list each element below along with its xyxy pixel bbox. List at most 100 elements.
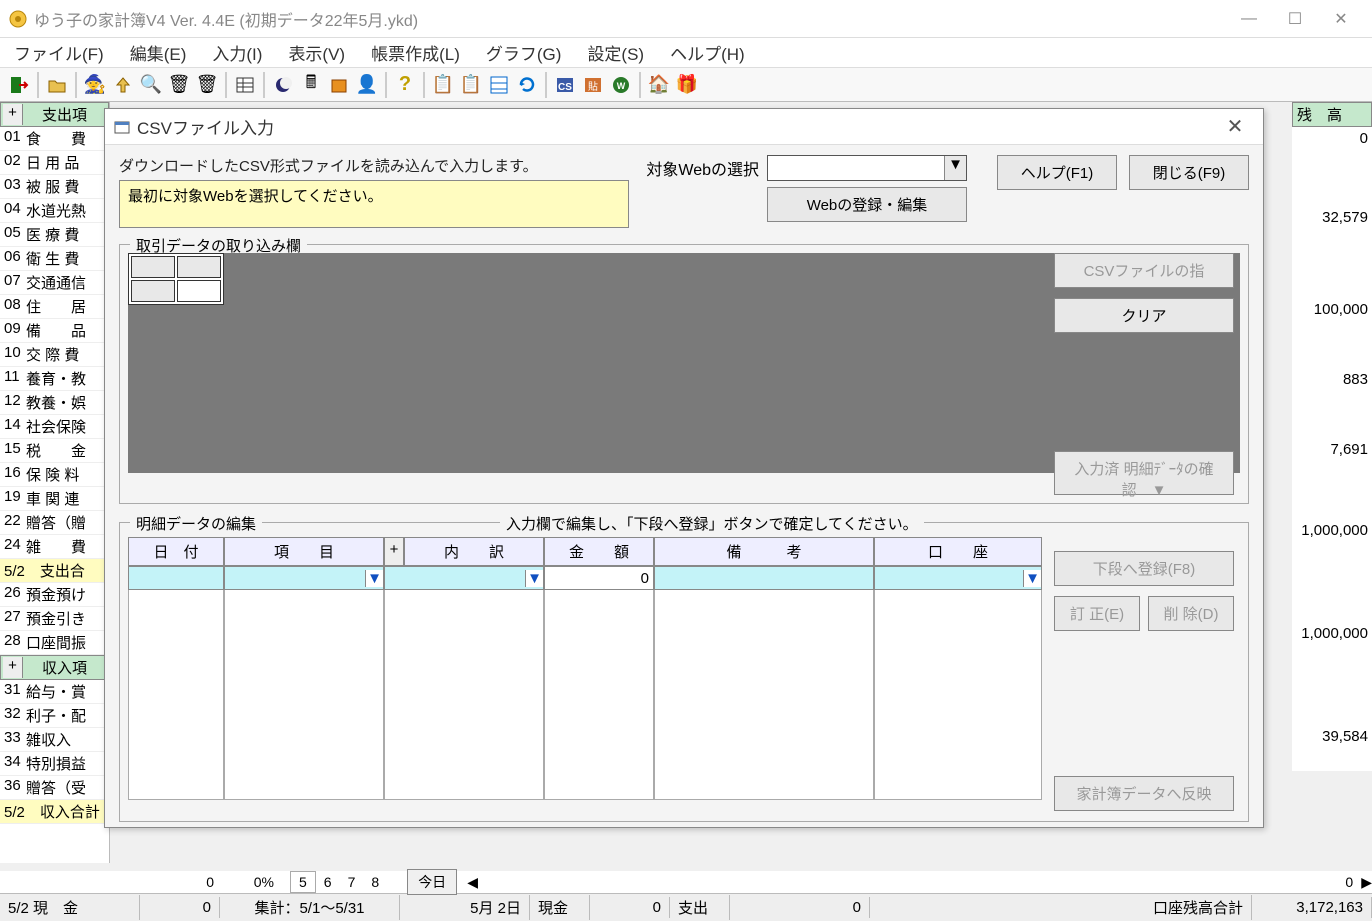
menu-edit[interactable]: 編集(E): [120, 36, 197, 69]
category-row[interactable]: 10交 際 費: [0, 343, 109, 367]
dropdown-icon[interactable]: ▼: [365, 570, 383, 587]
category-row[interactable]: 14社会保険: [0, 415, 109, 439]
copy2-icon[interactable]: 📋: [458, 72, 484, 98]
category-row[interactable]: 34特別損益: [0, 752, 109, 776]
box-icon[interactable]: [326, 72, 352, 98]
col-plus-button[interactable]: +: [384, 537, 404, 566]
up-icon[interactable]: [110, 72, 136, 98]
expand-expense-button[interactable]: +: [3, 104, 23, 125]
category-row[interactable]: 06衛 生 費: [0, 247, 109, 271]
web-select-combo[interactable]: ▼: [767, 155, 967, 181]
dialog-close-button[interactable]: ✕: [1215, 114, 1255, 139]
category-row[interactable]: 01食 費: [0, 127, 109, 151]
confirm-detail-button[interactable]: 入力済 明細ﾃﾞｰﾀの確認 ▼: [1054, 451, 1234, 495]
category-row[interactable]: 09備 品: [0, 319, 109, 343]
web-icon[interactable]: W: [608, 72, 634, 98]
table-icon[interactable]: [232, 72, 258, 98]
category-row[interactable]: 03被 服 費: [0, 175, 109, 199]
category-row[interactable]: 28口座間振: [0, 631, 109, 655]
today-button[interactable]: 今日: [407, 869, 457, 895]
close-dialog-button[interactable]: 閉じる(F9): [1129, 155, 1249, 190]
delete-button[interactable]: 削 除(D): [1148, 596, 1234, 631]
amount-list[interactable]: [544, 590, 654, 800]
help-button[interactable]: ヘルプ(F1): [997, 155, 1117, 190]
category-row[interactable]: 16保 険 料: [0, 463, 109, 487]
category-row[interactable]: 36贈答（受: [0, 776, 109, 800]
detail-list[interactable]: [384, 590, 544, 800]
item-list[interactable]: [224, 590, 384, 800]
trash2-icon[interactable]: 🗑: [194, 72, 220, 98]
category-row[interactable]: 32利子・配: [0, 704, 109, 728]
window-title: ゆう子の家計簿V4 Ver. 4.4E (初期データ22年5月.ykd): [34, 7, 1226, 31]
category-row[interactable]: 07交通通信: [0, 271, 109, 295]
category-row[interactable]: 04水道光熱: [0, 199, 109, 223]
day-5[interactable]: 5: [290, 871, 316, 893]
menu-file[interactable]: ファイル(F): [4, 36, 114, 69]
expand-income-button[interactable]: +: [3, 657, 23, 678]
category-row[interactable]: 12教養・娯: [0, 391, 109, 415]
category-row[interactable]: 33雑収入: [0, 728, 109, 752]
minimize-button[interactable]: —: [1226, 3, 1272, 35]
search-icon[interactable]: 🔍: [138, 72, 164, 98]
cs-icon[interactable]: CS: [552, 72, 578, 98]
memo-input[interactable]: [654, 566, 874, 590]
menu-view[interactable]: 表示(V): [278, 36, 355, 69]
item-input[interactable]: ▼: [224, 566, 384, 590]
reflect-button[interactable]: 家計簿データへ反映: [1054, 776, 1234, 811]
dropdown-icon[interactable]: ▼: [525, 570, 543, 587]
csv-file-button[interactable]: CSVファイルの指: [1054, 253, 1234, 288]
clear-button[interactable]: クリア: [1054, 298, 1234, 333]
amount-input[interactable]: 0: [544, 566, 654, 590]
register-button[interactable]: 下段へ登録(F8): [1054, 551, 1234, 586]
trash-icon[interactable]: 🗑: [166, 72, 192, 98]
wizard-icon[interactable]: 🧙: [82, 72, 108, 98]
acct-list[interactable]: [874, 590, 1042, 800]
balance-value: 39,584: [1292, 701, 1372, 771]
edit-button[interactable]: 訂 正(E): [1054, 596, 1140, 631]
help-icon[interactable]: ?: [392, 72, 418, 98]
grid-icon[interactable]: [486, 72, 512, 98]
web-register-button[interactable]: Webの登録・編集: [767, 187, 967, 222]
house-icon[interactable]: 🏠: [646, 72, 672, 98]
category-row[interactable]: 02日 用 品: [0, 151, 109, 175]
memo-list[interactable]: [654, 590, 874, 800]
category-row[interactable]: 26預金預け: [0, 583, 109, 607]
category-row[interactable]: 22贈答（贈: [0, 511, 109, 535]
category-row[interactable]: 31給与・賞: [0, 680, 109, 704]
category-row[interactable]: 24雑 費: [0, 535, 109, 559]
menu-input[interactable]: 入力(I): [202, 36, 272, 69]
day-7[interactable]: 7: [340, 872, 364, 892]
open-icon[interactable]: [44, 72, 70, 98]
scroll-left-icon[interactable]: ◀: [467, 874, 478, 891]
copy1-icon[interactable]: 📋: [430, 72, 456, 98]
day-8[interactable]: 8: [363, 872, 387, 892]
menu-graph[interactable]: グラフ(G): [476, 36, 572, 69]
close-button[interactable]: ✕: [1318, 3, 1364, 35]
category-row[interactable]: 08住 居: [0, 295, 109, 319]
paste-icon[interactable]: 貼: [580, 72, 606, 98]
dropdown-icon[interactable]: ▼: [1023, 570, 1041, 587]
scroll-right-icon[interactable]: ▶: [1361, 874, 1372, 891]
category-row[interactable]: 27預金引き: [0, 607, 109, 631]
category-row[interactable]: 15税 金: [0, 439, 109, 463]
menu-settings[interactable]: 設定(S): [577, 36, 654, 69]
calc-icon[interactable]: 🖩: [298, 72, 324, 98]
exit-icon[interactable]: [6, 72, 32, 98]
date-list[interactable]: [128, 590, 224, 800]
menu-help[interactable]: ヘルプ(H): [660, 36, 755, 69]
refresh-icon[interactable]: [514, 72, 540, 98]
moon-icon[interactable]: [270, 72, 296, 98]
category-row[interactable]: 11養育・教: [0, 367, 109, 391]
category-row[interactable]: 05医 療 費: [0, 223, 109, 247]
person-icon[interactable]: 👤: [354, 72, 380, 98]
balance-value: 32,579: [1292, 193, 1372, 241]
menu-report[interactable]: 帳票作成(L): [361, 36, 470, 69]
chevron-down-icon[interactable]: ▼: [944, 156, 966, 180]
gift-icon[interactable]: 🎁: [674, 72, 700, 98]
category-row[interactable]: 19車 関 連: [0, 487, 109, 511]
acct-input[interactable]: ▼: [874, 566, 1042, 590]
date-input[interactable]: [128, 566, 224, 590]
detail-input[interactable]: ▼: [384, 566, 544, 590]
day-6[interactable]: 6: [316, 872, 340, 892]
maximize-button[interactable]: ☐: [1272, 3, 1318, 35]
